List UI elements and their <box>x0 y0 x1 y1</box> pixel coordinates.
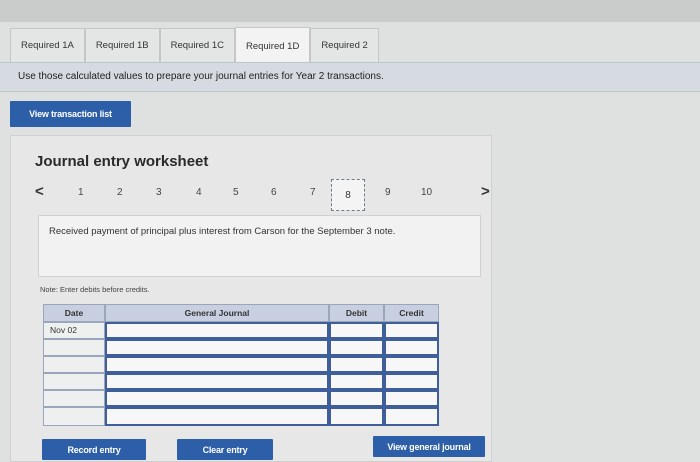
date-cell-4 <box>43 373 105 390</box>
journal-table: Date General Journal Debit Credit Nov 02 <box>43 304 439 426</box>
page-7[interactable]: 7 <box>310 187 316 198</box>
col-header-date: Date <box>43 304 105 322</box>
page-9[interactable]: 9 <box>385 187 391 198</box>
credit-input-3[interactable] <box>384 356 439 373</box>
journal-input-2[interactable] <box>105 339 329 356</box>
credit-input-2[interactable] <box>384 339 439 356</box>
tab-required-1a[interactable]: Required 1A <box>10 28 85 62</box>
instructions-banner: Use those calculated values to prepare y… <box>0 62 700 92</box>
journal-input-5[interactable] <box>105 390 329 407</box>
debit-input-1[interactable] <box>329 322 384 339</box>
instructions-text: Use those calculated values to prepare y… <box>18 71 384 82</box>
tab-required-2[interactable]: Required 2 <box>310 28 379 62</box>
date-cell-1: Nov 02 <box>43 322 105 339</box>
credit-input-4[interactable] <box>384 373 439 390</box>
debit-input-3[interactable] <box>329 356 384 373</box>
page-1[interactable]: 1 <box>78 187 84 198</box>
credit-input-5[interactable] <box>384 390 439 407</box>
col-header-general-journal: General Journal <box>105 304 329 322</box>
description-text: Received payment of principal plus inter… <box>49 226 396 237</box>
tab-bar: Required 1A Required 1B Required 1C Requ… <box>10 27 379 64</box>
debit-input-6[interactable] <box>329 407 384 426</box>
transaction-description: Received payment of principal plus inter… <box>38 215 481 277</box>
debit-input-5[interactable] <box>329 390 384 407</box>
journal-entry-worksheet: Journal entry worksheet < 1 2 3 4 5 6 7 … <box>10 135 492 462</box>
col-header-debit: Debit <box>329 304 384 322</box>
date-cell-5 <box>43 390 105 407</box>
page-2[interactable]: 2 <box>117 187 123 198</box>
page-8-current[interactable]: 8 <box>331 179 365 211</box>
prev-arrow-icon[interactable]: < <box>35 183 44 200</box>
journal-input-3[interactable] <box>105 356 329 373</box>
view-general-journal-button[interactable]: View general journal <box>373 436 485 457</box>
tab-required-1d[interactable]: Required 1D <box>234 27 311 64</box>
worksheet-title: Journal entry worksheet <box>35 153 209 170</box>
date-cell-2 <box>43 339 105 356</box>
next-arrow-icon[interactable]: > <box>481 183 490 200</box>
col-header-credit: Credit <box>384 304 439 322</box>
debit-input-4[interactable] <box>329 373 384 390</box>
credit-input-6[interactable] <box>384 407 439 426</box>
tab-required-1b[interactable]: Required 1B <box>84 28 160 62</box>
view-transaction-list-button[interactable]: View transaction list <box>10 101 131 127</box>
page-6[interactable]: 6 <box>271 187 277 198</box>
page-10[interactable]: 10 <box>421 187 432 198</box>
journal-input-1[interactable] <box>105 322 329 339</box>
date-cell-3 <box>43 356 105 373</box>
page-3[interactable]: 3 <box>156 187 162 198</box>
journal-input-4[interactable] <box>105 373 329 390</box>
page-4[interactable]: 4 <box>196 187 202 198</box>
clear-entry-button[interactable]: Clear entry <box>177 439 273 460</box>
top-bar <box>0 0 700 22</box>
tab-required-1c[interactable]: Required 1C <box>159 28 235 62</box>
page-5[interactable]: 5 <box>233 187 239 198</box>
date-cell-6 <box>43 407 105 426</box>
record-entry-button[interactable]: Record entry <box>42 439 146 460</box>
journal-input-6[interactable] <box>105 407 329 426</box>
credit-input-1[interactable] <box>384 322 439 339</box>
entry-note: Note: Enter debits before credits. <box>40 285 150 294</box>
entry-pager: < 1 2 3 4 5 6 7 8 9 10 > <box>35 179 490 213</box>
debit-input-2[interactable] <box>329 339 384 356</box>
